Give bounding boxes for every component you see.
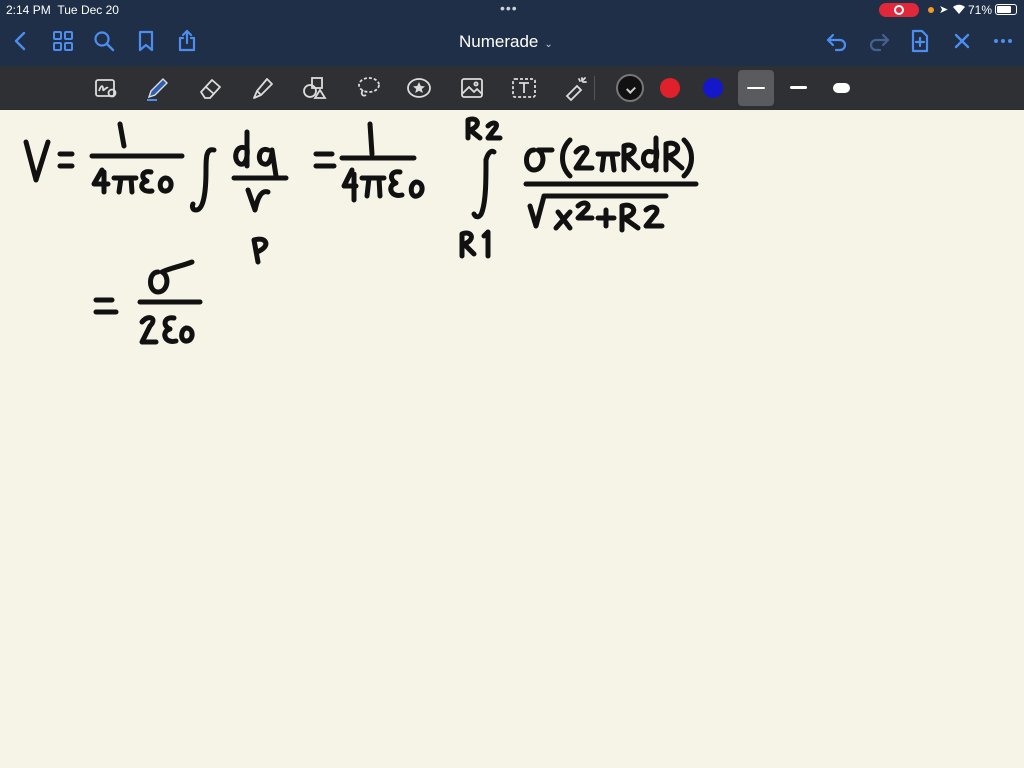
top-navigation-bar: 2:14 PM Tue Dec 20 ••• ➤ 71% Numerade ⌄	[0, 0, 1024, 66]
ink-stroke	[341, 167, 359, 203]
ink-stroke	[681, 137, 694, 179]
stroke-size-thick[interactable]	[833, 83, 850, 93]
screen-recording-indicator[interactable]	[879, 3, 919, 17]
ink-stroke	[256, 146, 279, 179]
location-icon: ➤	[939, 4, 949, 16]
text-icon[interactable]	[510, 74, 538, 102]
color-swatch-blue[interactable]	[703, 78, 723, 98]
eraser-icon[interactable]	[196, 74, 224, 102]
back-icon[interactable]	[8, 28, 34, 54]
ink-stroke	[139, 169, 155, 194]
more-icon[interactable]	[990, 28, 1016, 54]
sticker-icon[interactable]	[405, 74, 433, 102]
battery-percent: 71%	[968, 3, 993, 17]
note-canvas[interactable]	[0, 110, 1024, 768]
ink-stroke	[471, 157, 489, 220]
ink-stroke	[663, 140, 685, 173]
ink-stroke	[459, 230, 477, 259]
status-time: 2:14 PM Tue Dec 20	[6, 3, 119, 17]
ink-stroke	[553, 209, 573, 231]
ink-stroke	[621, 142, 641, 173]
ink-stroke	[91, 167, 111, 195]
ink-stroke	[641, 135, 660, 173]
lasso-icon[interactable]	[354, 74, 382, 102]
ink-stroke	[573, 145, 595, 171]
ink-stroke	[524, 147, 555, 173]
ink-stroke	[359, 175, 387, 199]
ink-stroke	[408, 179, 425, 199]
ink-stroke	[575, 200, 595, 221]
ink-stroke	[465, 116, 483, 141]
ink-stroke	[595, 151, 621, 173]
ink-stroke	[233, 129, 250, 169]
redo-icon[interactable]	[866, 28, 892, 54]
ink-stroke	[148, 259, 195, 295]
shapes-icon[interactable]	[300, 74, 328, 102]
ink-stroke	[57, 151, 75, 169]
ink-stroke	[485, 120, 503, 141]
thumbnails-icon[interactable]	[50, 28, 76, 54]
ink-stroke	[162, 315, 179, 344]
ink-stroke	[189, 147, 217, 213]
status-date: Tue Dec 20	[57, 3, 119, 17]
share-icon[interactable]	[174, 28, 200, 54]
pen-icon[interactable]	[143, 74, 171, 102]
ink-stroke	[313, 151, 337, 169]
add-page-icon[interactable]	[907, 28, 933, 54]
ink-stroke	[619, 202, 641, 233]
search-icon[interactable]	[91, 28, 117, 54]
stroke-size-thin[interactable]	[738, 70, 774, 106]
ink-stroke	[23, 139, 51, 183]
ink-stroke	[93, 297, 119, 315]
document-title[interactable]: Numerade ⌄	[459, 32, 553, 52]
stroke-size-medium[interactable]	[790, 86, 807, 89]
ink-stroke	[245, 187, 271, 213]
ink-stroke	[139, 315, 159, 345]
battery-icon	[995, 4, 1017, 15]
mic-indicator-icon	[928, 7, 934, 13]
multitasking-dots-icon[interactable]: •••	[500, 0, 518, 16]
wifi-icon	[952, 3, 966, 18]
ink-stroke	[560, 137, 573, 179]
ink-stroke	[595, 207, 617, 229]
ink-stroke	[367, 121, 375, 157]
ink-stroke	[157, 175, 174, 194]
drawing-toolbar	[0, 66, 1024, 110]
color-swatch-black[interactable]	[616, 74, 644, 102]
ink-stroke	[251, 236, 269, 265]
status-bar: 2:14 PM Tue Dec 20 ••• ➤ 71%	[0, 0, 1024, 20]
ink-stroke	[643, 204, 665, 229]
undo-icon[interactable]	[824, 28, 850, 54]
toolbar-divider	[594, 76, 595, 100]
ink-stroke	[388, 169, 405, 198]
laser-pointer-icon[interactable]	[562, 74, 590, 102]
ink-stroke	[117, 121, 127, 149]
highlighter-icon[interactable]	[248, 74, 276, 102]
close-icon[interactable]	[949, 28, 975, 54]
bookmark-icon[interactable]	[133, 28, 159, 54]
ink-stroke	[483, 148, 497, 163]
ink-stroke	[111, 175, 139, 195]
zoom-write-icon[interactable]	[92, 74, 120, 102]
handwritten-ink	[23, 116, 699, 345]
image-icon[interactable]	[458, 74, 486, 102]
ink-stroke	[481, 229, 491, 259]
title-chevron-down-icon[interactable]: ⌄	[544, 39, 552, 50]
color-swatch-red[interactable]	[660, 78, 680, 98]
ink-stroke	[179, 325, 195, 344]
